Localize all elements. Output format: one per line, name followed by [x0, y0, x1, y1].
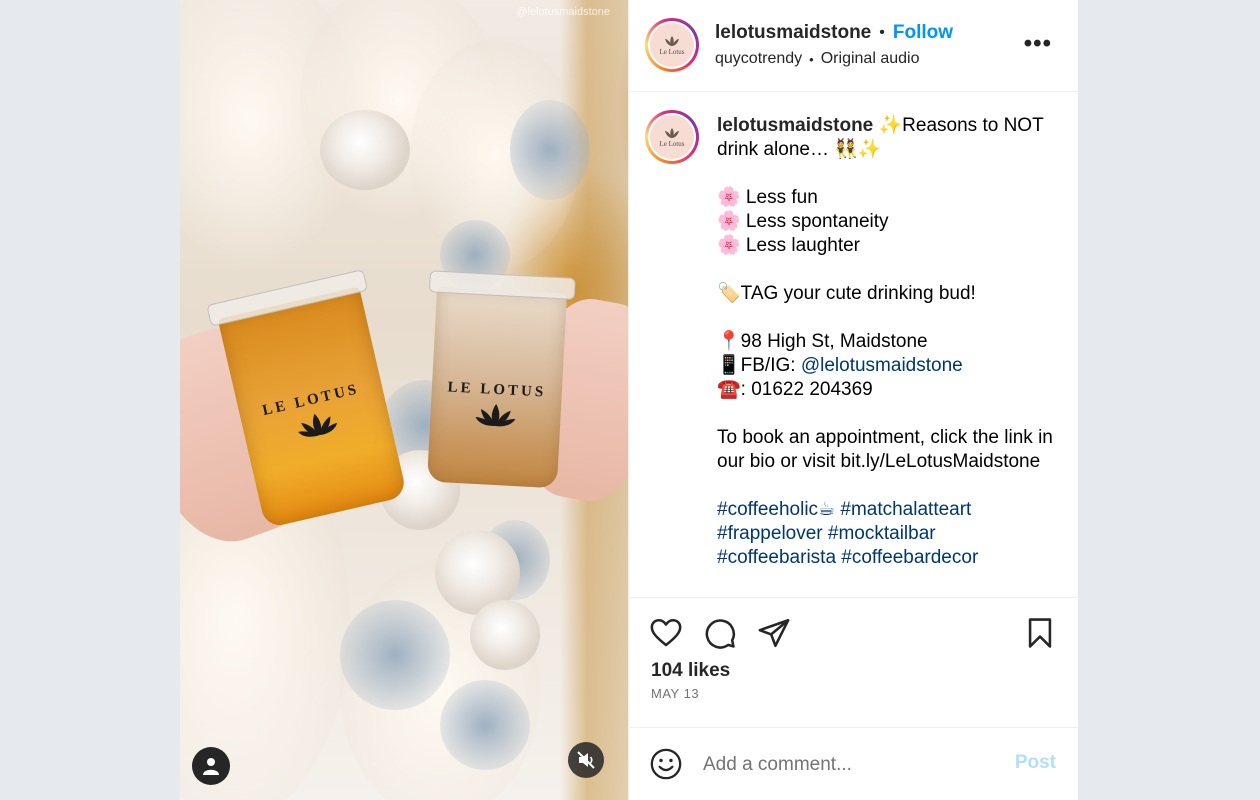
audio-title-link[interactable]: Original audio	[821, 50, 920, 68]
iced-latte-cup: LE LOTUS	[426, 270, 576, 489]
audio-author-link[interactable]: quycotrendy	[715, 50, 802, 68]
cup-lid	[206, 269, 369, 327]
muted-speaker-icon	[577, 751, 595, 769]
follow-button[interactable]: Follow	[893, 22, 953, 44]
hashtag-link[interactable]: #coffeeholic☕	[717, 499, 835, 520]
separator-dot: •	[879, 24, 885, 41]
smiley-icon[interactable]	[649, 747, 683, 781]
lotus-icon	[475, 403, 516, 427]
hashtag-link[interactable]: #coffeebarista	[717, 547, 836, 568]
cup-lid	[428, 270, 576, 300]
post-dialog: LE LOTUS LE LOTUS @lelotusmaidstone Le L…	[180, 0, 1078, 800]
separator-dot: •	[809, 51, 814, 67]
profile-avatar[interactable]: Le Lotus	[645, 18, 699, 72]
caption-username-link[interactable]: lelotusmaidstone	[717, 115, 873, 136]
avatar-ring: Le Lotus	[648, 113, 696, 161]
caption-text: lelotusmaidstone ✨Reasons to NOT drink a…	[717, 114, 1057, 570]
post-comment-button[interactable]: Post	[1015, 752, 1056, 774]
post-header: Le Lotus lelotusmaidstone • Follow quyco…	[629, 0, 1078, 92]
eucalyptus-leaf	[340, 600, 450, 710]
mention-link[interactable]: @lelotusmaidstone	[801, 355, 963, 376]
caption-social-prefix: 📱FB/IG:	[717, 355, 801, 376]
more-options-button[interactable]: •••	[1024, 30, 1052, 58]
mute-toggle-button[interactable]	[568, 742, 604, 778]
comment-composer: Post	[629, 728, 1078, 800]
caption-phone: ☎️: 01622 204369	[717, 379, 873, 400]
caption-avatar[interactable]: Le Lotus	[645, 110, 699, 164]
avatar-text: Le Lotus	[659, 47, 685, 56]
eucalyptus-leaf	[510, 100, 590, 200]
hashtag-link[interactable]: #coffeebardecor	[841, 547, 978, 568]
heart-icon[interactable]	[649, 616, 683, 650]
caption-tag-line: 🏷️TAG your cute drinking bud!	[717, 283, 976, 304]
post-video[interactable]: LE LOTUS LE LOTUS @lelotusmaidstone	[180, 0, 628, 800]
lotus-icon	[297, 413, 337, 437]
username-link[interactable]: lelotusmaidstone	[715, 22, 871, 44]
brand-logo: Le Lotus	[650, 115, 694, 159]
paper-plane-icon[interactable]	[757, 616, 791, 650]
lotus-icon	[665, 35, 679, 46]
bookmark-icon[interactable]	[1023, 616, 1057, 650]
video-watermark: @lelotusmaidstone	[516, 6, 610, 18]
header-names: lelotusmaidstone • Follow quycotrendy • …	[715, 22, 953, 68]
caption-address: 📍98 High St, Maidstone	[717, 331, 928, 352]
likes-count[interactable]: 104 likes	[651, 660, 730, 682]
caption-section: Le Lotus lelotusmaidstone ✨Reasons to NO…	[629, 92, 1078, 598]
white-rose	[320, 110, 410, 190]
brand-logo: Le Lotus	[650, 23, 694, 67]
cup-brand-text: LE LOTUS	[447, 379, 547, 401]
hashtag-link[interactable]: #frappelover	[717, 523, 823, 544]
avatar-ring: Le Lotus	[648, 21, 696, 69]
caption-reason: 🌸 Less spontaneity	[717, 211, 889, 232]
hashtag-link[interactable]: #matchalatteart	[840, 499, 971, 520]
eucalyptus-leaf	[440, 680, 530, 770]
comment-input[interactable]	[703, 750, 993, 780]
avatar-text: Le Lotus	[659, 139, 685, 148]
post-date[interactable]: MAY 13	[651, 686, 699, 701]
user-icon	[203, 758, 219, 775]
comment-bubble-icon[interactable]	[703, 616, 737, 650]
post-side-panel: Le Lotus lelotusmaidstone • Follow quyco…	[628, 0, 1078, 800]
hashtag-link[interactable]: #mocktailbar	[828, 523, 936, 544]
post-actions: 104 likes MAY 13	[629, 598, 1078, 728]
caption-reason: 🌸 Less laughter	[717, 235, 861, 256]
lotus-icon	[665, 127, 679, 138]
white-rose	[470, 600, 540, 670]
caption-booking: To book an appointment, click the link i…	[717, 427, 1059, 472]
tagged-users-button[interactable]	[192, 747, 230, 785]
caption-reason: 🌸 Less fun	[717, 187, 818, 208]
